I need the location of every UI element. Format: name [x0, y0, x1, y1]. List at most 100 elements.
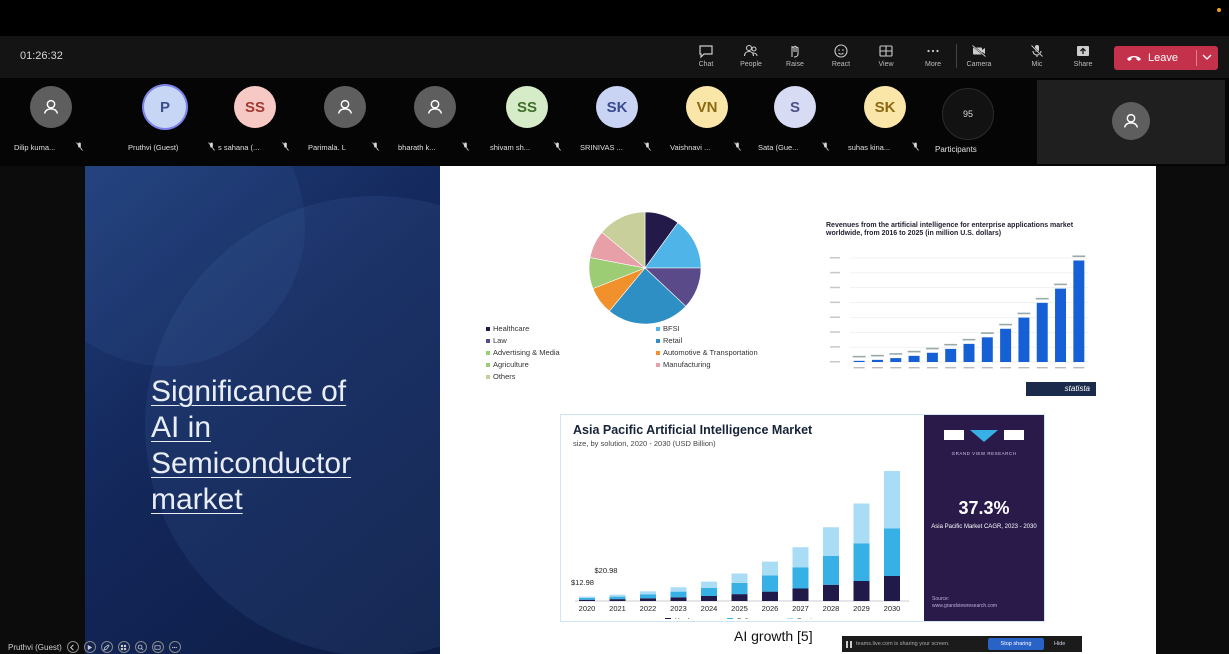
- hide-button[interactable]: Hide: [1054, 638, 1065, 650]
- pie-legend-item: Retail: [656, 336, 682, 345]
- stop-sharing-button[interactable]: Stop sharing: [988, 638, 1044, 650]
- statista-bar: [908, 355, 920, 362]
- zoom-button[interactable]: [134, 641, 147, 653]
- participant-name: s sahana (...: [218, 143, 260, 152]
- participant-name: bharath k...: [398, 143, 436, 152]
- legend-label: BFSI: [663, 324, 680, 333]
- react-button[interactable]: React: [824, 40, 858, 74]
- statista-value-label: [907, 350, 921, 353]
- participant-tile[interactable]: VN Vaishnavi ...: [668, 82, 744, 162]
- view-button[interactable]: View: [869, 40, 903, 74]
- gvr-bar-hardware: [701, 596, 717, 601]
- participant-tile[interactable]: SK suhas kina...: [846, 82, 922, 162]
- more-icon: [927, 49, 939, 53]
- gvr-bar-software: [731, 582, 748, 595]
- more-options-button[interactable]: [168, 641, 181, 653]
- legend-swatch: [656, 363, 660, 368]
- subtitles-button[interactable]: [151, 641, 164, 653]
- next-slide-button[interactable]: [83, 641, 96, 653]
- statista-bar: [926, 352, 938, 362]
- pie-legend-item: Healthcare: [486, 324, 529, 333]
- legend-swatch: [486, 351, 490, 356]
- x-tick-label: [981, 367, 993, 369]
- statista-bar: [963, 343, 975, 362]
- mic-button[interactable]: Mic: [1020, 40, 1054, 74]
- gvr-cagr-value: 37.3%: [958, 498, 1010, 518]
- self-view-tile[interactable]: [1037, 80, 1225, 164]
- gvr-bar-software: [792, 567, 809, 589]
- legend-label: Agriculture: [493, 360, 529, 369]
- statista-value-label: [871, 354, 884, 357]
- legend-swatch: [656, 327, 660, 332]
- people-button[interactable]: People: [734, 40, 768, 74]
- gvr-bar-software: [701, 587, 717, 596]
- x-tick-label: [1055, 367, 1067, 369]
- x-tick-label: 2024: [701, 604, 718, 613]
- participant-tile[interactable]: S Sata (Gue...: [756, 82, 832, 162]
- participant-tile[interactable]: SS s sahana (...: [216, 82, 292, 162]
- pause-icon[interactable]: [846, 640, 852, 648]
- slide-title-line: Significance of: [151, 375, 347, 408]
- gvr-bar-hardware: [853, 581, 870, 601]
- gvr-bar-hardware: [670, 597, 687, 601]
- chat-label: Chat: [698, 61, 714, 68]
- leave-button[interactable]: Leave: [1114, 46, 1218, 70]
- previous-slide-button[interactable]: [66, 641, 79, 653]
- gvr-source-url: www.grandviewresearch.com: [932, 603, 998, 609]
- share-button[interactable]: Share: [1066, 40, 1100, 74]
- participant-name: shivam sh...: [490, 143, 531, 152]
- legend-label: Others: [493, 372, 516, 381]
- chevron-down-icon[interactable]: [1202, 53, 1212, 61]
- participant-tile[interactable]: SS shivam sh...: [488, 82, 564, 162]
- legend-swatch: [656, 339, 660, 344]
- chat-button[interactable]: Chat: [689, 40, 723, 74]
- gvr-bar-hardware: [884, 576, 900, 601]
- participant-initials: SS: [244, 98, 265, 116]
- more-label: More: [925, 61, 941, 68]
- muted-mic-icon: [734, 142, 741, 151]
- legend-swatch: [656, 351, 660, 356]
- slide-title-line: Semiconductor: [151, 447, 352, 480]
- y-tick-label: [830, 301, 840, 304]
- gvr-stacked-bar-chart: 2020 2021 2022 2023 2024 2025 2026 2027 2028 2029…: [571, 471, 909, 620]
- more-button[interactable]: More: [916, 40, 950, 74]
- gvr-source: Source: www.grandviewresearch.com: [932, 596, 997, 610]
- participant-name: Sata (Gue...: [758, 143, 799, 152]
- gvr-bar-services: [731, 573, 748, 583]
- legend-swatch: [486, 375, 490, 380]
- participant-tile[interactable]: Dilip kuma...: [12, 82, 88, 162]
- raise-hand-icon: [791, 45, 799, 58]
- gvr-bar-software: [762, 575, 778, 592]
- statista-bar-chart: [830, 255, 1088, 369]
- camera-label: Camera: [966, 61, 992, 68]
- status-dot: [1217, 8, 1221, 12]
- legend-swatch: [787, 618, 793, 619]
- participants-count-button[interactable]: 95: [942, 88, 994, 140]
- gvr-side-panel: GRAND VIEW RESEARCH 37.3% Asia Pacific M…: [924, 415, 1044, 621]
- legend-label: Advertising & Media: [493, 348, 560, 357]
- slides-grid-button[interactable]: [117, 641, 130, 653]
- x-tick-label: 2030: [884, 604, 901, 613]
- participant-avatar: VN: [686, 86, 728, 128]
- subtitles-icon: [154, 644, 161, 650]
- participant-tile[interactable]: SK SRINIVAS ...: [578, 82, 654, 162]
- chevron-left-icon: [70, 644, 75, 650]
- play-icon: [88, 644, 93, 650]
- gvr-bar-services: [884, 471, 900, 529]
- share-icon: [1077, 46, 1089, 56]
- statista-bar: [1055, 288, 1067, 362]
- raise-hand-button[interactable]: Raise: [778, 40, 812, 74]
- leave-label: Leave: [1148, 52, 1178, 64]
- statista-value-label: [962, 338, 976, 341]
- x-tick-label: 2029: [853, 604, 870, 613]
- participant-tile[interactable]: P Pruthvi (Guest): [126, 82, 215, 162]
- camera-button[interactable]: Camera: [962, 40, 996, 74]
- statista-bar: [853, 360, 865, 362]
- pie-legend-item: Others: [486, 372, 516, 381]
- x-tick-label: [908, 367, 920, 369]
- participant-tile[interactable]: bharath k...: [396, 82, 472, 162]
- pen-button[interactable]: [100, 641, 113, 653]
- participant-tile[interactable]: Parimala. L: [306, 82, 382, 162]
- legend-label: Hardware: [675, 618, 704, 620]
- x-tick-label: 2027: [792, 604, 809, 613]
